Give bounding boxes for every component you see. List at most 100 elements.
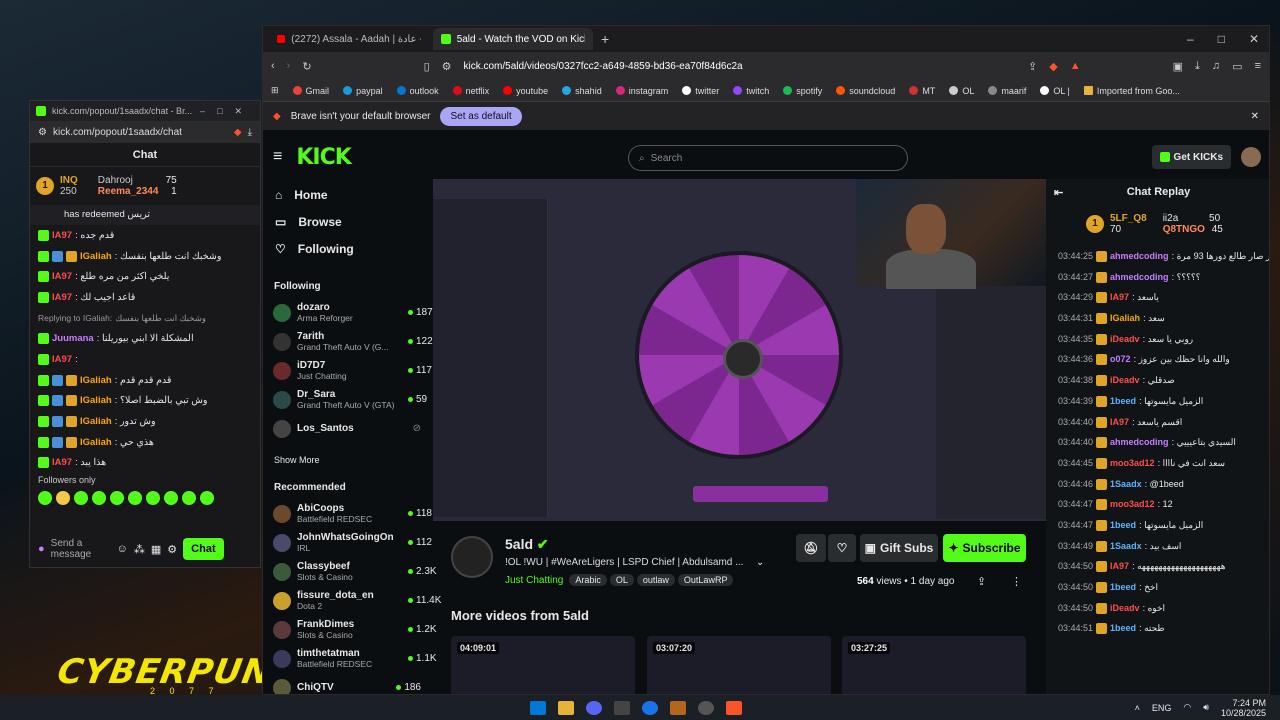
wifi-icon[interactable]: ◠ bbox=[1183, 702, 1191, 713]
video-thumbnail[interactable]: 03:07:20 bbox=[647, 636, 831, 694]
windows-start-icon[interactable] bbox=[530, 700, 546, 715]
hamburger-menu-icon[interactable]: ≡ bbox=[273, 148, 282, 166]
chat-username[interactable]: 1Saadx bbox=[1110, 541, 1142, 552]
sidebar-channel[interactable]: fissure_dota_en Dota 2 11.4K bbox=[263, 586, 441, 615]
emote-bar[interactable] bbox=[30, 487, 260, 509]
new-tab-icon[interactable]: + bbox=[601, 31, 609, 47]
follow-heart-button[interactable]: ♡ bbox=[828, 534, 856, 562]
nodes-icon[interactable]: ⁂ bbox=[134, 543, 145, 556]
emote-icon[interactable] bbox=[200, 491, 214, 506]
discord-icon[interactable] bbox=[586, 700, 602, 715]
emote-icon[interactable] bbox=[182, 491, 196, 506]
tag-ol[interactable]: OL bbox=[609, 574, 634, 586]
send-message-input[interactable]: Send a message bbox=[51, 538, 111, 560]
bookmark-imported[interactable]: Imported from Goo... bbox=[1083, 86, 1180, 96]
app-icon[interactable] bbox=[614, 700, 630, 715]
emote-icon[interactable] bbox=[56, 491, 70, 506]
wallet-icon[interactable]: ▭ bbox=[1232, 60, 1242, 73]
sidebar-channel[interactable]: Dr_Sara Grand Theft Auto V (GTA) 59 bbox=[263, 385, 431, 414]
video-thumbnail[interactable]: 03:27:25 bbox=[842, 636, 1026, 694]
video-thumbnail[interactable]: 04:09:01 bbox=[451, 636, 635, 694]
lang-indicator[interactable]: ENG bbox=[1152, 703, 1172, 713]
bookmark-shahid[interactable]: shahid bbox=[562, 86, 602, 96]
chat-username[interactable]: IA97 bbox=[52, 230, 72, 241]
chat-username[interactable]: ahmedcoding bbox=[1110, 272, 1169, 283]
chat-username[interactable]: 1beed bbox=[1110, 520, 1136, 531]
downloads-icon[interactable]: ⤓ bbox=[1195, 60, 1200, 73]
bookmark-mt[interactable]: MT bbox=[909, 86, 935, 96]
search-input[interactable]: ⌕ Search bbox=[628, 145, 908, 171]
chat-username[interactable]: IA97 bbox=[52, 271, 72, 282]
chat-username[interactable]: ahmedcoding bbox=[1110, 437, 1169, 448]
mute-notifications-button[interactable]: 🔕︎ bbox=[796, 534, 826, 562]
chat-username[interactable]: IGaliah bbox=[80, 395, 112, 406]
chat-username[interactable]: 1beed bbox=[1110, 396, 1136, 407]
chat-username[interactable]: IGaliah bbox=[80, 251, 112, 262]
chat-username[interactable]: Juumana bbox=[52, 333, 94, 344]
emote-icon[interactable] bbox=[164, 491, 178, 506]
emote-icon[interactable] bbox=[146, 491, 160, 506]
bookmark-ol[interactable]: OL bbox=[949, 86, 974, 96]
bookmark-gmail[interactable]: Gmail bbox=[292, 86, 329, 96]
clock[interactable]: 7:24 PM 10/28/2025 bbox=[1221, 698, 1266, 718]
chat-username[interactable]: 1beed bbox=[1110, 582, 1136, 593]
show-more-link[interactable]: Show More bbox=[263, 449, 431, 471]
brave-icon[interactable] bbox=[726, 700, 742, 715]
tag-arabic[interactable]: Arabic bbox=[569, 574, 607, 586]
emote-icon[interactable] bbox=[128, 491, 142, 506]
music-icon[interactable]: ♫ bbox=[1212, 60, 1220, 72]
user-avatar[interactable] bbox=[1241, 147, 1261, 167]
category-link[interactable]: Just Chatting bbox=[505, 575, 563, 586]
chat-username[interactable]: IGaliah bbox=[80, 375, 112, 386]
sidebar-icon[interactable]: ▣ bbox=[1173, 60, 1183, 73]
download-icon[interactable]: ⤓ bbox=[248, 127, 252, 138]
reload-icon[interactable]: ↻ bbox=[302, 60, 311, 73]
app-icon[interactable] bbox=[670, 700, 686, 715]
chat-username[interactable]: iDeadv bbox=[1110, 375, 1140, 386]
file-explorer-icon[interactable] bbox=[558, 700, 574, 715]
bookmark-youtube[interactable]: youtube bbox=[503, 86, 548, 96]
tray-chevron-icon[interactable]: ˄ bbox=[1135, 703, 1140, 713]
window-controls[interactable]: –□✕ bbox=[1187, 32, 1269, 46]
collapse-chat-icon[interactable]: ⇤ bbox=[1054, 186, 1063, 199]
chat-username[interactable]: iDeadv bbox=[1110, 334, 1140, 345]
window-controls[interactable]: –□✕ bbox=[200, 106, 254, 117]
bookmark-spotify[interactable]: spotify bbox=[783, 86, 822, 96]
nav-home[interactable]: ⌂ Home bbox=[263, 181, 431, 208]
site-settings-icon[interactable]: ⚙ bbox=[38, 127, 47, 138]
chat-username[interactable]: IA97 bbox=[1110, 417, 1129, 428]
chat-username[interactable]: iDeadv bbox=[1110, 603, 1140, 614]
sidebar-channel[interactable]: iD7D7 Just Chatting 117 bbox=[263, 356, 432, 385]
store-icon[interactable]: ▦ bbox=[151, 543, 161, 556]
sidebar-channel[interactable]: JohnWhatsGoingOn IRL 112 bbox=[263, 528, 432, 557]
tab-youtube[interactable]: (2272) Assala - Aadah | أصالة - عادة bbox=[269, 28, 429, 50]
chat-username[interactable]: 1Saadx bbox=[1110, 479, 1142, 490]
sidebar-channel[interactable]: AbiCoops Battlefield REDSEC 118 bbox=[263, 499, 432, 528]
popout-address-bar[interactable]: ⚙ kick.com/popout/1saadx/chat ◆ ⤓ bbox=[30, 121, 260, 143]
bookmark-twitch[interactable]: twitch bbox=[733, 86, 769, 96]
more-options-icon[interactable]: ⋮ bbox=[1011, 575, 1022, 588]
chat-username[interactable]: IA97 bbox=[52, 354, 72, 365]
sidebar-channel[interactable]: FrankDimes Slots & Casino 1.2K bbox=[263, 615, 437, 644]
tab-kick[interactable]: 5ald - Watch the VOD on Kick bbox=[433, 28, 593, 50]
bookmark-maarif[interactable]: maarif bbox=[988, 86, 1026, 96]
chat-username[interactable]: 1beed bbox=[1110, 623, 1136, 634]
bookmark-twitter[interactable]: twitter bbox=[682, 86, 719, 96]
bookmark-netflix[interactable]: netflix bbox=[452, 86, 489, 96]
chat-username[interactable]: IGaliah bbox=[80, 437, 112, 448]
bookmark-ol2[interactable]: OL | bbox=[1040, 86, 1070, 96]
url-field[interactable]: kick.com/5ald/videos/0327fcc2-a649-4859-… bbox=[464, 61, 1017, 72]
chat-username[interactable]: o072 bbox=[1110, 354, 1131, 365]
gift-subs-button[interactable]: ▣ Gift Subs bbox=[860, 534, 938, 562]
set-default-button[interactable]: Set as default bbox=[440, 106, 522, 126]
site-info-icon[interactable]: ⚙ bbox=[442, 60, 452, 73]
video-player[interactable] bbox=[433, 179, 1046, 521]
channel-name[interactable]: 5ald ✔ bbox=[505, 536, 549, 553]
subscribe-button[interactable]: ✦ Subscribe bbox=[943, 534, 1026, 562]
tag-outlaw[interactable]: outlaw bbox=[636, 574, 675, 586]
brave-shield-icon[interactable]: ◆ bbox=[1049, 60, 1057, 73]
volume-icon[interactable]: 🔊︎ bbox=[1203, 702, 1209, 713]
chat-username[interactable]: moo3ad12 bbox=[1110, 458, 1155, 469]
chat-username[interactable]: moo3ad12 bbox=[1110, 499, 1155, 510]
emote-icon[interactable] bbox=[74, 491, 88, 506]
